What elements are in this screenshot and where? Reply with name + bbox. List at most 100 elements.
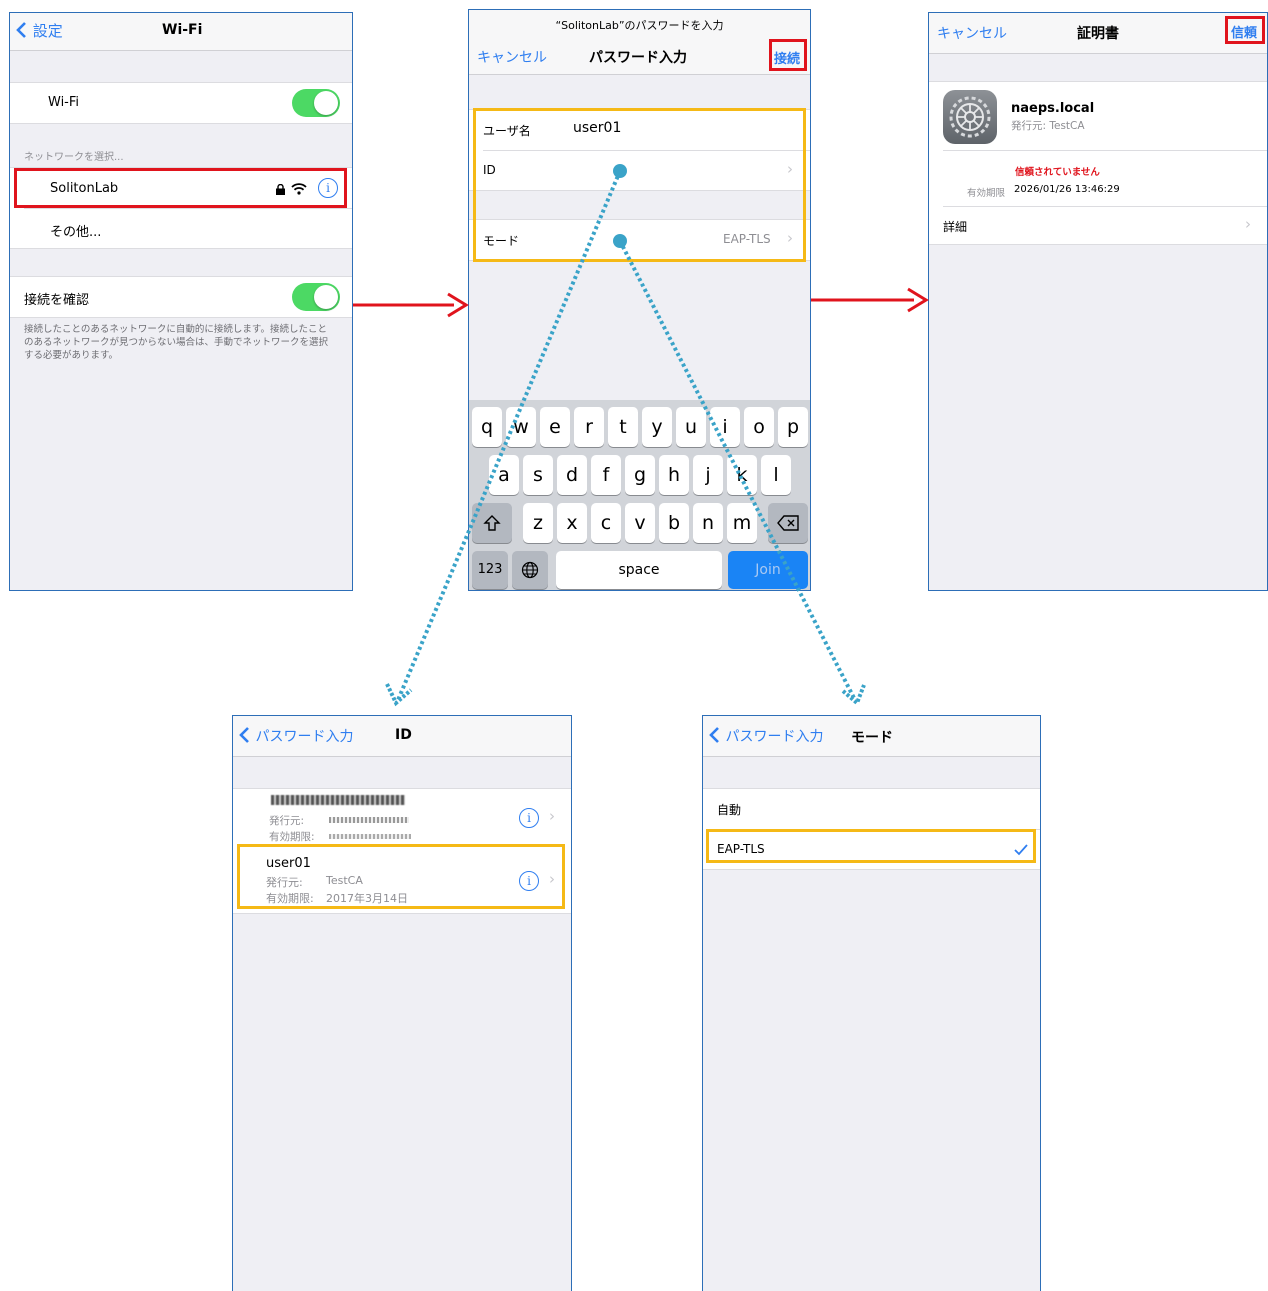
key-j[interactable]: j [693,455,723,495]
key-z[interactable]: z [523,503,553,543]
not-trusted-label: 信頼されていません [1015,167,1100,178]
key-n[interactable]: n [693,503,723,543]
key-i[interactable]: i [710,407,740,447]
keyboard: q w e r t y u i o p a s d f g h j k l z [469,400,810,590]
certificate-card: naeps.local 発行元: TestCA 信頼されていません 有効期限 2… [929,81,1267,245]
certificate-screen: キャンセル 証明書 信頼 naeps.local 発行元: TestCA 信頼さ… [928,12,1268,591]
key-c[interactable]: c [591,503,621,543]
numbers-key[interactable]: 123 [472,551,508,589]
space-key[interactable]: space [556,551,722,589]
trust-highlight-box [1225,16,1265,44]
details-row[interactable]: 詳細 › [929,207,1267,244]
chevron-left-icon [16,22,26,38]
navigation-bar: “SolitonLab”のパスワードを入力 キャンセル パスワード入力 接続 [469,10,810,75]
certificate-app-icon [943,90,997,144]
key-m[interactable]: m [727,503,757,543]
page-title: ID [395,727,412,743]
page-title: Wi-Fi [162,22,203,38]
certificate-name: naeps.local [1011,101,1095,116]
navigation-bar: パスワード入力 モード [703,716,1040,757]
page-title: モード [851,730,893,746]
certificate-issuer: 発行元: TestCA [1011,120,1085,132]
key-g[interactable]: g [625,455,655,495]
key-v[interactable]: v [625,503,655,543]
wifi-label: Wi-Fi [48,95,80,110]
identity-highlight-box [237,844,565,909]
key-w[interactable]: w [506,407,536,447]
globe-icon [521,561,539,579]
blurred-issuer-value [329,817,409,823]
identity-info-icon[interactable]: i [519,808,539,828]
back-button[interactable]: パスワード入力 [709,726,823,746]
chevron-left-icon [709,727,719,743]
key-a[interactable]: a [489,455,519,495]
chevron-right-icon: › [549,807,555,825]
details-label: 詳細 [943,220,968,234]
expires-label: 有効期限 [967,188,1006,199]
settings-gear-icon [949,96,991,138]
other-network-item[interactable]: その他... [50,221,101,240]
identity-item-blurred[interactable]: 発行元: 有効期限: i › [233,789,571,847]
ask-to-join-label: 接続を確認 [24,293,90,308]
shift-arrow-icon [483,515,501,531]
mode-selection-screen: パスワード入力 モード 自動 EAP-TLS [702,715,1041,1291]
back-button[interactable]: パスワード入力 [239,726,353,746]
key-r[interactable]: r [574,407,604,447]
key-p[interactable]: p [778,407,808,447]
red-arrow-2 [811,287,929,313]
wifi-settings-screen: 設定 Wi-Fi Wi-Fi ネットワークを選択... SolitonLab i… [9,12,353,591]
wifi-toggle[interactable] [292,89,340,117]
back-button[interactable]: 設定 [16,20,63,41]
mode-option-auto[interactable]: 自動 [717,801,741,818]
back-button-label: 設定 [32,22,63,40]
cancel-button[interactable]: キャンセル [937,23,1007,43]
page-title: 証明書 [1077,26,1119,42]
back-button-label: パスワード入力 [725,729,824,745]
navigation-bar: キャンセル 証明書 信頼 [929,13,1267,54]
wifi-toggle-row: Wi-Fi [10,82,352,124]
navigation-bar: パスワード入力 ID [233,716,571,757]
key-b[interactable]: b [659,503,689,543]
network-section-header: ネットワークを選択... [24,152,124,163]
backspace-icon [777,515,799,531]
key-h[interactable]: h [659,455,689,495]
id-selection-screen: パスワード入力 ID 発行元: 有効期限: i › user01 発行元: Te… [232,715,572,1291]
key-t[interactable]: t [608,407,638,447]
ask-to-join-footer: 接続したことのあるネットワークに自動的に接続します。接続したことのあるネットワー… [24,324,329,361]
backspace-key[interactable] [768,503,808,543]
blurred-expires-value [329,834,411,839]
key-f[interactable]: f [591,455,621,495]
page-title: パスワード入力 [589,50,687,66]
key-e[interactable]: e [540,407,570,447]
cancel-button[interactable]: キャンセル [477,47,547,67]
key-u[interactable]: u [676,407,706,447]
navigation-bar: 設定 Wi-Fi [10,13,352,51]
key-x[interactable]: x [557,503,587,543]
password-entry-screen: “SolitonLab”のパスワードを入力 キャンセル パスワード入力 接続 ユ… [468,9,811,591]
ask-to-join-row: 接続を確認 [10,276,352,318]
join-key[interactable]: Join [728,551,808,589]
blurred-issuer-label: 発行元: [269,815,305,827]
password-prompt: “SolitonLab”のパスワードを入力 [555,19,724,32]
key-k[interactable]: k [727,455,757,495]
chevron-right-icon: › [1245,215,1251,233]
ask-to-join-toggle[interactable] [292,283,340,311]
join-highlight-box [769,39,807,71]
red-arrow-1 [353,292,469,318]
key-q[interactable]: q [472,407,502,447]
network-highlight-box [14,168,347,208]
back-button-label: パスワード入力 [255,729,354,745]
key-d[interactable]: d [557,455,587,495]
blurred-expires-label: 有効期限: [269,831,315,843]
shift-key[interactable] [472,503,512,543]
globe-key[interactable] [512,551,548,589]
key-s[interactable]: s [523,455,553,495]
key-y[interactable]: y [642,407,672,447]
settings-highlight-box [473,108,806,262]
blurred-identity-name [271,795,405,805]
eap-tls-highlight-box [706,829,1036,863]
expires-value: 2026/01/26 13:46:29 [1014,184,1120,195]
chevron-left-icon [239,727,249,743]
key-o[interactable]: o [744,407,774,447]
key-l[interactable]: l [761,455,791,495]
